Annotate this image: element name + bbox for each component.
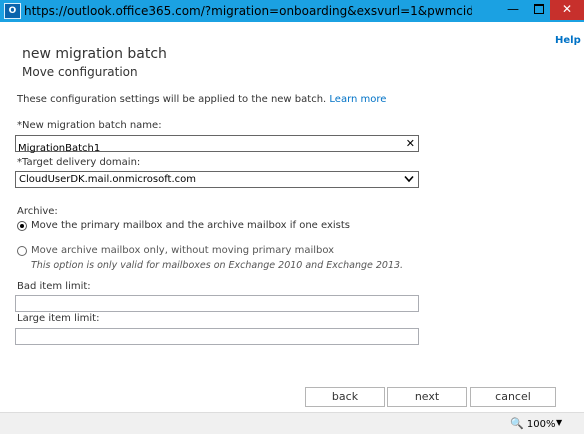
archive-note: This option is only valid for mailboxes … [31,260,404,271]
page-title: new migration batch [22,46,167,62]
archive-label: Archive: [17,206,58,217]
maximize-button[interactable] [526,0,552,20]
target-domain-value: CloudUserDK.mail.onmicrosoft.com [19,174,197,185]
close-button[interactable]: ✕ [550,0,584,20]
zoom-level: 100% [526,419,556,430]
zoom-control[interactable]: 🔍 100% [510,417,555,430]
target-domain-label: *Target delivery domain: [17,157,141,168]
large-item-limit-label: Large item limit: [17,313,100,324]
status-bar: 🔍 100% ▼ [0,412,584,434]
help-link[interactable]: Help [555,35,581,46]
back-button[interactable]: back [305,387,385,407]
large-item-limit-field[interactable] [15,328,419,349]
minimize-button[interactable]: — [500,0,526,20]
next-button[interactable]: next [387,387,467,407]
bad-item-limit-label: Bad item limit: [17,281,91,292]
archive-primary-radio[interactable] [17,221,27,231]
clear-icon[interactable]: ✕ [406,136,415,151]
bad-item-limit-field[interactable] [15,295,419,316]
page-subtitle: Move configuration [22,65,138,79]
batch-name-label: *New migration batch name: [17,120,162,131]
window-title: https://outlook.office365.com/?migration… [24,4,472,18]
maximize-icon [534,3,544,14]
chevron-down-icon [404,175,414,183]
target-domain-select[interactable]: CloudUserDK.mail.onmicrosoft.com [15,171,419,188]
archive-primary-label[interactable]: Move the primary mailbox and the archive… [31,220,350,231]
cancel-button[interactable]: cancel [470,387,556,407]
zoom-dropdown-icon[interactable]: ▼ [556,418,562,427]
zoom-icon: 🔍 [510,417,524,430]
archive-only-radio[interactable] [17,246,27,256]
info-text-label: These configuration settings will be app… [17,94,327,105]
batch-name-field[interactable]: ✕ [15,135,419,156]
window-titlebar: O https://outlook.office365.com/?migrati… [0,0,584,22]
batch-name-input[interactable] [16,141,418,156]
outlook-app-icon: O [4,3,21,19]
large-item-limit-input[interactable] [16,334,418,349]
archive-only-label[interactable]: Move archive mailbox only, without movin… [31,245,334,256]
learn-more-link[interactable]: Learn more [329,94,386,105]
info-text: These configuration settings will be app… [17,94,386,105]
